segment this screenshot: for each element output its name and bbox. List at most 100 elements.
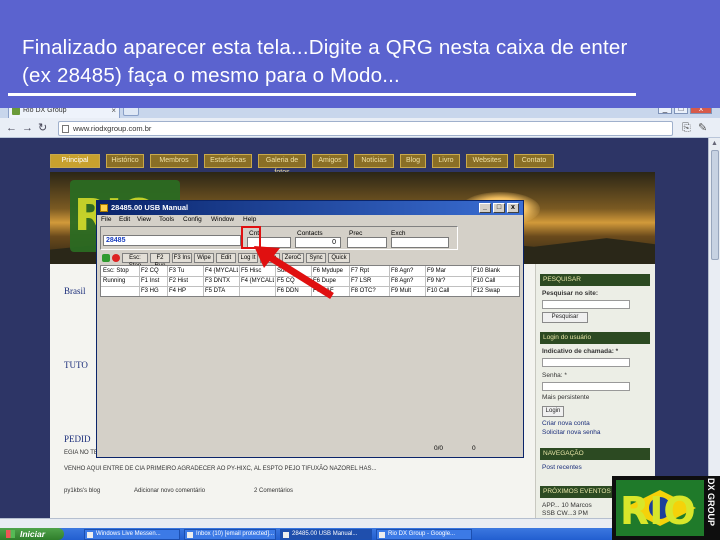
- section-title-tuto[interactable]: TUTO: [64, 360, 88, 370]
- event-line-1[interactable]: APP... 10 Marcos: [542, 502, 592, 509]
- nav-item-websites[interactable]: Websites: [466, 154, 508, 168]
- grid-cell[interactable]: F2 Hist: [169, 276, 202, 286]
- vertical-scrollbar[interactable]: ▲: [708, 138, 720, 518]
- nav-item-principal[interactable]: Principal: [50, 154, 100, 168]
- nav-item-galeria[interactable]: Galeria de fotos: [258, 154, 306, 176]
- dialog-titlebar[interactable]: 28485.00 USB Manual _ □ x: [97, 201, 523, 215]
- grid-cell[interactable]: Running: [103, 276, 138, 286]
- grid-cell[interactable]: F8 Agn?: [391, 266, 424, 276]
- navigation-heading: NAVEGAÇÃO: [540, 448, 650, 460]
- reload-icon[interactable]: ↻: [38, 121, 47, 135]
- menu-window[interactable]: Window: [211, 216, 234, 223]
- grid-cell[interactable]: F3 DNTX: [205, 276, 238, 286]
- horizontal-scrollbar[interactable]: [0, 518, 708, 528]
- status-left: 0/0: [434, 445, 444, 452]
- forward-arrow-icon[interactable]: →: [22, 121, 33, 135]
- menu-help[interactable]: Help: [243, 216, 256, 223]
- page-menu-icon[interactable]: ⎘: [682, 121, 691, 135]
- task-label: 28485.00 USB Manual...: [292, 531, 358, 537]
- grid-cell[interactable]: F2 CQ: [141, 266, 166, 276]
- menu-view[interactable]: View: [137, 216, 151, 223]
- pointer-arrow-icon: [254, 246, 334, 299]
- menu-tools[interactable]: Tools: [159, 216, 174, 223]
- login-button[interactable]: Login: [542, 406, 564, 417]
- scroll-up-icon[interactable]: ▲: [711, 140, 718, 147]
- menu-file[interactable]: File: [101, 216, 111, 223]
- dialog-close-button[interactable]: x: [507, 203, 519, 213]
- menu-config[interactable]: Config: [183, 216, 202, 223]
- btn-f3[interactable]: F3 Ins: [172, 253, 192, 263]
- nav-item-blog[interactable]: Blog: [400, 154, 426, 168]
- create-account-link[interactable]: Criar nova conta: [542, 420, 590, 427]
- password-input[interactable]: [542, 382, 630, 391]
- request-password-link[interactable]: Solicitar nova senha: [542, 429, 601, 436]
- grid-cell[interactable]: F1 Inst: [141, 276, 166, 286]
- grid-cell[interactable]: Esc: Stop: [103, 266, 138, 276]
- grid-cell[interactable]: F10 Call: [427, 286, 470, 296]
- blog-link[interactable]: py1kbs's blog: [64, 488, 100, 494]
- btn-esc[interactable]: Esc: Stop: [122, 253, 148, 269]
- callsign-entry-field[interactable]: 28485: [103, 235, 241, 246]
- grid-cell[interactable]: F8 OTC?: [351, 286, 388, 296]
- task-inbox[interactable]: Inbox (10) [email protected]...: [184, 529, 276, 540]
- comments-link[interactable]: 2 Comentários: [254, 488, 293, 494]
- label-prec: Prec: [349, 230, 363, 237]
- remember-label[interactable]: Mais persistente: [542, 394, 589, 401]
- nav-item-livro[interactable]: Livro: [432, 154, 460, 168]
- nav-item-historico[interactable]: Histórico: [106, 154, 144, 168]
- add-comment-link[interactable]: Adicionar novo comentário: [134, 488, 205, 494]
- grid-cell[interactable]: F7 Rpt: [351, 266, 388, 276]
- start-button[interactable]: Iniciar: [0, 528, 64, 540]
- grid-cell[interactable]: F10 Blank: [473, 266, 518, 276]
- menu-edit[interactable]: Edit: [119, 216, 130, 223]
- nav-item-amigos[interactable]: Amigos: [312, 154, 348, 168]
- site-nav: Principal Histórico Membros Estatísticas…: [50, 152, 655, 176]
- task-logger[interactable]: 28485.00 USB Manual...: [280, 529, 372, 540]
- address-bar[interactable]: www.riodxgroup.com.br: [58, 121, 673, 136]
- btn-f2[interactable]: F2 Run: [150, 253, 170, 269]
- grid-cell[interactable]: F3 HG: [141, 286, 166, 296]
- grid-cell[interactable]: F9 Mult: [391, 286, 424, 296]
- grid-cell[interactable]: F5 DTA: [205, 286, 238, 296]
- grid-divider: [349, 266, 350, 296]
- callsign-input[interactable]: [542, 358, 630, 367]
- task-browser[interactable]: Rio DX Group - Google...: [376, 529, 472, 540]
- nav-item-contato[interactable]: Contato: [514, 154, 554, 168]
- app-icon: [100, 204, 108, 212]
- grid-cell[interactable]: F10 Call: [473, 276, 518, 286]
- search-input[interactable]: [542, 300, 630, 309]
- record-icon[interactable]: [112, 254, 120, 262]
- nav-item-noticias[interactable]: Notícias: [354, 154, 394, 168]
- section-title-pedido[interactable]: PEDID: [64, 434, 91, 444]
- grid-cell[interactable]: F4 HP: [169, 286, 202, 296]
- back-arrow-icon[interactable]: ←: [6, 121, 17, 135]
- grid-cell[interactable]: F12 Swap: [473, 286, 518, 296]
- search-heading: PESQUISAR: [540, 274, 650, 286]
- grid-cell[interactable]: F9 Mar: [427, 266, 470, 276]
- task-messenger[interactable]: Windows Live Messen...: [84, 529, 180, 540]
- dialog-minimize-button[interactable]: _: [479, 203, 491, 213]
- prec-field[interactable]: [347, 237, 387, 248]
- scroll-thumb[interactable]: [711, 150, 719, 260]
- nav-item-estatisticas[interactable]: Estatísticas: [204, 154, 252, 168]
- grid-cell[interactable]: F8 Agn?: [391, 276, 424, 286]
- favicon-icon: [12, 107, 20, 115]
- log-area[interactable]: [100, 297, 520, 442]
- dialog-maximize-button[interactable]: □: [493, 203, 505, 213]
- exch-field[interactable]: [391, 237, 449, 248]
- grid-cell[interactable]: F9 Nr?: [427, 276, 470, 286]
- section-title-brasil[interactable]: Brasil: [64, 286, 86, 296]
- grid-cell[interactable]: F4 {MYCALL}: [205, 266, 238, 276]
- search-button[interactable]: Pesquisar: [542, 312, 588, 323]
- grid-cell[interactable]: F3 Tu: [169, 266, 202, 276]
- run-icon[interactable]: [102, 254, 110, 262]
- btn-edit[interactable]: Edit: [216, 253, 236, 263]
- logo-letters: RIO: [620, 489, 696, 533]
- wrench-icon[interactable]: ✎: [698, 121, 707, 135]
- nav-item-membros[interactable]: Membros: [150, 154, 198, 168]
- slide-title: Finalizado aparecer esta tela...Digite a…: [22, 36, 628, 87]
- grid-cell[interactable]: [103, 286, 138, 296]
- grid-cell[interactable]: F7 LSR: [351, 276, 388, 286]
- btn-wipe[interactable]: Wipe: [194, 253, 214, 263]
- recent-posts-link[interactable]: Post recentes: [542, 464, 582, 471]
